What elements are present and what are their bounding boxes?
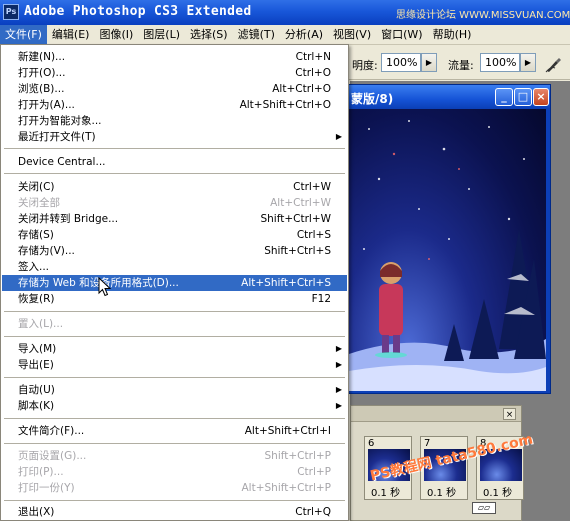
winter-night-illustration bbox=[349, 120, 546, 391]
menu-item-close[interactable]: 关闭(C) Ctrl+W bbox=[2, 179, 347, 195]
menu-item-scripts[interactable]: 脚本(K) ▶ bbox=[2, 398, 347, 414]
menu-item-import[interactable]: 导入(M) ▶ bbox=[2, 341, 347, 357]
menu-item-file-info[interactable]: 文件简介(F)... Alt+Shift+Ctrl+I bbox=[2, 423, 347, 439]
menu-separator bbox=[4, 500, 345, 501]
file-menu-dropdown: 新建(N)... Ctrl+N 打开(O)... Ctrl+O 浏览(B)... Al… bbox=[0, 44, 349, 521]
menu-item-save[interactable]: 存储(S) Ctrl+S bbox=[2, 227, 347, 243]
submenu-arrow-icon: ▶ bbox=[335, 344, 342, 353]
menu-filter[interactable]: 滤镜(T) bbox=[233, 25, 280, 45]
menu-image[interactable]: 图像(I) bbox=[94, 25, 138, 45]
menu-item-close-all: 关闭全部 Alt+Ctrl+W bbox=[18, 197, 331, 209]
menu-item-open-smart-object[interactable]: 打开为智能对象... bbox=[2, 113, 347, 129]
menu-item-save-as[interactable]: 存储为(V)... Shift+Ctrl+S bbox=[2, 243, 347, 259]
menu-item-close-go-bridge[interactable]: 关闭并转到 Bridge... Shift+Ctrl+W bbox=[2, 211, 347, 227]
menu-separator bbox=[4, 311, 345, 312]
watermark-text: 思缘设计论坛 WWW.MISSVUAN.COM bbox=[396, 10, 570, 21]
menu-item-print-one-copy: 打印一份(Y) Alt+Shift+Ctrl+P bbox=[18, 482, 331, 494]
frame-delay[interactable]: 0.1 秒 bbox=[427, 484, 456, 499]
menu-bar: 文件(F) 编辑(E) 图像(I) 图层(L) 选择(S) 滤镜(T) 分析(A… bbox=[0, 24, 570, 45]
menu-item-automate[interactable]: 自动(U) ▶ bbox=[2, 382, 347, 398]
menu-item-new[interactable]: 新建(N)... Ctrl+N bbox=[2, 49, 347, 65]
document-title: 蒙版/8) bbox=[351, 92, 394, 106]
canvas-image[interactable] bbox=[349, 109, 546, 391]
frame-number: 7 bbox=[424, 438, 431, 449]
menu-separator bbox=[4, 148, 345, 149]
animation-tween-icon[interactable]: ▱▱ bbox=[472, 502, 496, 514]
menu-separator bbox=[4, 418, 345, 419]
menu-view[interactable]: 视图(V) bbox=[328, 25, 376, 45]
submenu-arrow-icon: ▶ bbox=[335, 132, 342, 141]
submenu-arrow-icon: ▶ bbox=[335, 360, 342, 369]
menu-window[interactable]: 窗口(W) bbox=[376, 25, 427, 45]
close-icon[interactable]: × bbox=[533, 88, 549, 106]
mouse-cursor-icon bbox=[98, 277, 112, 297]
flow-input[interactable]: 100% bbox=[480, 53, 520, 72]
menu-item-export[interactable]: 导出(E) ▶ bbox=[2, 357, 347, 373]
menu-item-revert[interactable]: 恢复(R) F12 bbox=[2, 291, 347, 307]
menu-item-print: 打印(P)... Ctrl+P bbox=[18, 466, 331, 478]
photoshop-logo-icon: Ps bbox=[3, 4, 19, 20]
maximize-icon[interactable]: □ bbox=[514, 88, 532, 106]
menu-item-open[interactable]: 打开(O)... Ctrl+O bbox=[2, 65, 347, 81]
menu-item-device-central[interactable]: Device Central... bbox=[2, 154, 347, 170]
opacity-arrow-button[interactable]: ▶ bbox=[421, 53, 437, 72]
submenu-arrow-icon: ▶ bbox=[335, 385, 342, 394]
menu-item-open-as[interactable]: 打开为(A)... Alt+Shift+Ctrl+O bbox=[2, 97, 347, 113]
menu-analysis[interactable]: 分析(A) bbox=[280, 25, 328, 45]
menu-item-browse[interactable]: 浏览(B)... Alt+Ctrl+O bbox=[2, 81, 347, 97]
menu-item-page-setup: 页面设置(G)... Shift+Ctrl+P bbox=[18, 450, 331, 462]
flow-label: 流量: bbox=[448, 59, 474, 72]
menu-item-save-for-web[interactable]: 存储为 Web 和设备所用格式(D)... Alt+Shift+Ctrl+S bbox=[2, 275, 347, 291]
menu-select[interactable]: 选择(S) bbox=[185, 25, 233, 45]
frame-delay[interactable]: 0.1 秒 bbox=[371, 484, 400, 499]
menu-edit[interactable]: 编辑(E) bbox=[47, 25, 95, 45]
panel-close-icon[interactable]: × bbox=[503, 408, 516, 420]
opacity-label: 明度: bbox=[352, 59, 378, 72]
menu-separator bbox=[4, 336, 345, 337]
frame-number: 6 bbox=[368, 438, 375, 449]
airbrush-icon[interactable] bbox=[545, 55, 563, 73]
menu-item-place: 置入(L)... bbox=[18, 318, 64, 330]
minimize-icon[interactable]: _ bbox=[495, 88, 513, 106]
opacity-input[interactable]: 100% bbox=[381, 53, 421, 72]
menu-item-recent-files[interactable]: 最近打开文件(T) ▶ bbox=[2, 129, 347, 145]
menu-item-check-in[interactable]: 签入... bbox=[2, 259, 347, 275]
window-title: Adobe Photoshop CS3 Extended bbox=[24, 4, 252, 19]
flow-arrow-button[interactable]: ▶ bbox=[520, 53, 536, 72]
frame-delay[interactable]: 0.1 秒 bbox=[483, 484, 512, 499]
menu-file[interactable]: 文件(F) bbox=[0, 24, 47, 45]
document-window[interactable]: 蒙版/8) _ □ × bbox=[344, 84, 551, 394]
document-title-bar[interactable]: 蒙版/8) _ □ × bbox=[345, 85, 550, 109]
submenu-arrow-icon: ▶ bbox=[335, 401, 342, 410]
menu-separator bbox=[4, 443, 345, 444]
title-bar: Ps Adobe Photoshop CS3 Extended 思缘设计论坛 W… bbox=[0, 0, 570, 25]
menu-separator bbox=[4, 377, 345, 378]
menu-separator bbox=[4, 173, 345, 174]
animation-panel-header[interactable]: × bbox=[351, 406, 521, 422]
menu-layer[interactable]: 图层(L) bbox=[138, 25, 185, 45]
menu-help[interactable]: 帮助(H) bbox=[428, 25, 477, 45]
menu-item-exit[interactable]: 退出(X) Ctrl+Q bbox=[2, 504, 347, 520]
